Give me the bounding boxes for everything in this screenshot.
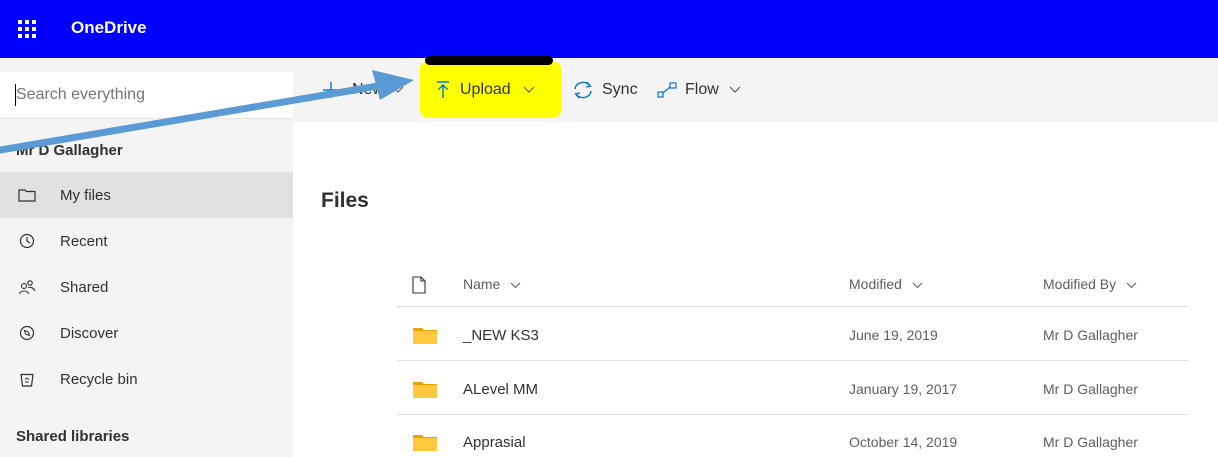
divider [397,360,1188,361]
column-header-name[interactable]: Name [463,276,521,292]
chevron-down-icon [392,86,404,94]
chevron-down-icon [510,276,521,292]
sidebar-item-recent[interactable]: Recent [0,218,293,264]
flow-icon [657,82,677,98]
app-launcher-icon[interactable] [18,20,36,38]
sidebar-item-label: My files [60,186,111,204]
folder-icon [413,433,437,451]
search-box[interactable] [0,72,293,119]
column-header-modified[interactable]: Modified [849,276,923,292]
modified-date: June 19, 2019 [849,327,938,343]
file-name[interactable]: _NEW KS3 [463,327,539,344]
people-icon [16,279,38,295]
column-header-modified-by[interactable]: Modified By [1043,276,1137,292]
text-caret [15,84,16,106]
sync-button-label: Sync [602,81,638,98]
shared-libraries-heading: Shared libraries [16,428,130,445]
sidebar-item-recycle-bin[interactable]: Recycle bin [0,356,293,402]
column-header-label: Modified [849,276,902,292]
sync-icon [572,80,594,100]
sidebar-item-shared[interactable]: Shared [0,264,293,310]
modified-by: Mr D Gallagher [1043,434,1138,450]
page-title: Files [321,189,369,212]
sidebar-item-label: Discover [60,324,119,342]
file-name[interactable]: ALevel MM [463,381,538,398]
chevron-down-icon [523,86,535,94]
upload-button[interactable]: Upload [436,58,535,122]
modified-by: Mr D Gallagher [1043,381,1138,397]
app-title[interactable]: OneDrive [71,18,147,38]
search-input[interactable] [0,72,286,118]
chevron-down-icon [729,86,741,94]
column-header-label: Name [463,276,501,292]
file-name[interactable]: Apprasial [463,434,526,451]
sidebar: Mr D Gallagher My files Recent Shared Di… [0,58,293,457]
chevron-down-icon [912,276,923,292]
modified-date: October 14, 2019 [849,434,958,450]
folder-icon [16,188,38,202]
recycle-bin-icon [16,371,38,387]
new-button-label: New [352,81,385,98]
upload-button-label: Upload [460,81,511,98]
sidebar-item-discover[interactable]: Discover [0,310,293,356]
plus-icon [322,81,340,99]
compass-icon [16,325,38,341]
upload-icon [436,81,450,99]
flow-button-label: Flow [685,81,719,98]
folder-icon [413,326,437,344]
clock-icon [16,233,38,249]
top-bar: OneDrive [0,0,1218,58]
sync-button[interactable]: Sync [572,58,638,122]
flow-button[interactable]: Flow [657,58,741,122]
sidebar-item-label: Shared [60,278,109,296]
divider [397,306,1188,307]
account-owner: Mr D Gallagher [16,142,123,159]
chevron-down-icon [1126,276,1137,292]
sidebar-item-my-files[interactable]: My files [0,172,293,218]
file-type-icon[interactable] [412,276,426,299]
new-button[interactable]: New [322,58,404,122]
sidebar-item-label: Recycle bin [60,370,138,388]
divider [397,414,1188,415]
sidebar-item-label: Recent [60,232,108,250]
folder-icon [413,380,437,398]
modified-date: January 19, 2017 [849,381,958,397]
column-header-label: Modified By [1043,276,1117,292]
modified-by: Mr D Gallagher [1043,327,1138,343]
